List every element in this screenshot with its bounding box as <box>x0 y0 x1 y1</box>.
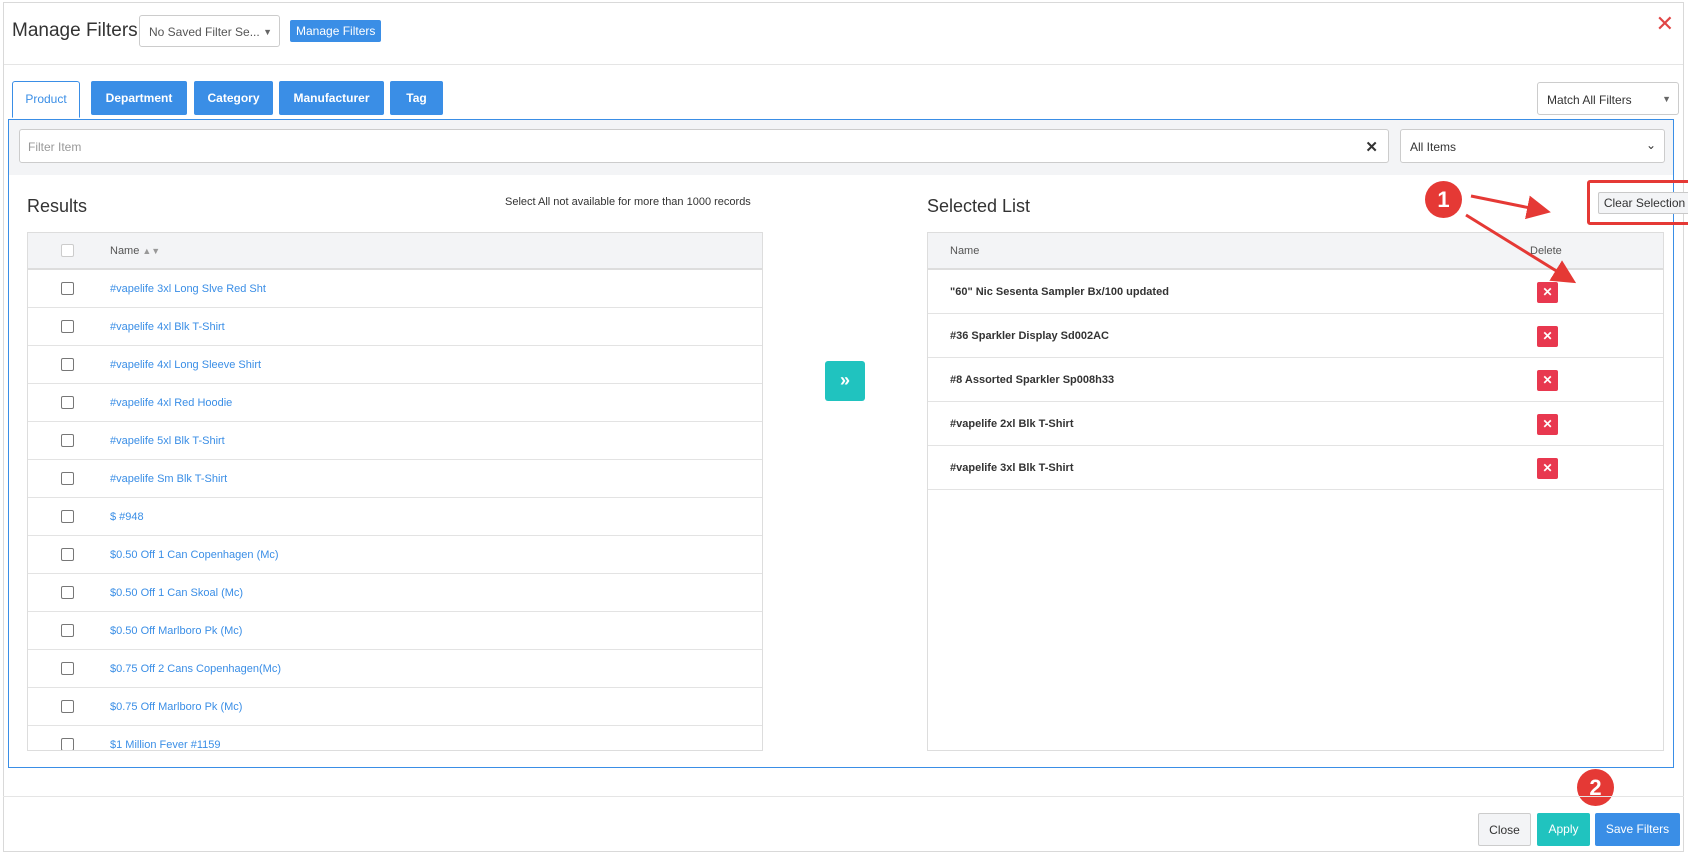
selected-row: #vapelife 3xl Blk T-Shirt ✕ <box>928 446 1663 490</box>
selected-item-name: #vapelife 2xl Blk T-Shirt <box>950 418 1074 430</box>
caret-down-icon: ▼ <box>263 27 272 37</box>
product-link[interactable]: $0.75 Off Marlboro Pk (Mc) <box>110 701 242 713</box>
row-checkbox[interactable] <box>61 320 74 333</box>
row-checkbox[interactable] <box>61 700 74 713</box>
product-link[interactable]: $0.50 Off 1 Can Skoal (Mc) <box>110 587 243 599</box>
row-checkbox[interactable] <box>61 624 74 637</box>
product-link[interactable]: #vapelife 4xl Long Sleeve Shirt <box>110 359 261 371</box>
product-link[interactable]: $0.50 Off Marlboro Pk (Mc) <box>110 625 242 637</box>
selected-rows: "60" Nic Sesenta Sampler Bx/100 updated ✕… <box>928 270 1663 490</box>
match-filters-value: Match All Filters <box>1547 93 1632 107</box>
selected-row: #8 Assorted Sparkler Sp008h33 ✕ <box>928 358 1663 402</box>
chevron-down-icon: ⌄ <box>1645 138 1656 152</box>
save-filters-button[interactable]: Save Filters <box>1595 813 1680 846</box>
selected-list-title: Selected List <box>927 196 1031 216</box>
delete-icon[interactable]: ✕ <box>1537 282 1558 303</box>
footer-divider <box>3 796 1684 797</box>
saved-filter-select[interactable]: No Saved Filter Se... ▼ <box>139 15 280 47</box>
selected-item-name: "60" Nic Sesenta Sampler Bx/100 updated <box>950 286 1169 298</box>
selected-item-name: #36 Sparkler Display Sd002AC <box>950 330 1109 342</box>
table-row: #vapelife 3xl Long Slve Red Sht <box>28 270 762 308</box>
name-column-header[interactable]: Name ▲▼ <box>110 245 160 257</box>
match-filters-select[interactable]: Match All Filters ▼ <box>1537 82 1679 115</box>
tab-product[interactable]: Product <box>12 81 80 118</box>
table-row: $1 Million Fever #1159 <box>28 726 762 750</box>
table-row: #vapelife 4xl Red Hoodie <box>28 384 762 422</box>
table-row: $0.50 Off Marlboro Pk (Mc) <box>28 612 762 650</box>
table-row: #vapelife 4xl Long Sleeve Shirt <box>28 346 762 384</box>
row-checkbox[interactable] <box>61 586 74 599</box>
selected-item-name: #8 Assorted Sparkler Sp008h33 <box>950 374 1115 386</box>
name-column-label: Name <box>110 245 140 257</box>
row-checkbox[interactable] <box>61 282 74 295</box>
filter-item-placeholder: Filter Item <box>28 140 82 154</box>
filter-item-input[interactable]: Filter Item ✕ <box>19 129 1389 163</box>
selected-row: "60" Nic Sesenta Sampler Bx/100 updated ✕ <box>928 270 1663 314</box>
tab-manufacturer[interactable]: Manufacturer <box>279 81 384 115</box>
row-checkbox[interactable] <box>61 548 74 561</box>
product-link[interactable]: #vapelife 4xl Blk T-Shirt <box>110 321 225 333</box>
saved-filter-value: No Saved Filter Se... <box>149 25 260 39</box>
product-link[interactable]: $ #948 <box>110 511 144 523</box>
table-row: $0.75 Off 2 Cans Copenhagen(Mc) <box>28 650 762 688</box>
selected-table: Name Delete "60" Nic Sesenta Sampler Bx/… <box>927 232 1664 751</box>
delete-column-header: Delete <box>1530 245 1562 257</box>
table-row: $ #948 <box>28 498 762 536</box>
results-table-header: Name ▲▼ <box>28 233 762 270</box>
delete-icon[interactable]: ✕ <box>1537 326 1558 347</box>
callout-badge-1: 1 <box>1425 181 1462 218</box>
table-row: #vapelife Sm Blk T-Shirt <box>28 460 762 498</box>
move-to-selected-button[interactable]: » <box>825 361 865 401</box>
product-link[interactable]: #vapelife 4xl Red Hoodie <box>110 397 232 409</box>
selected-item-name: #vapelife 3xl Blk T-Shirt <box>950 462 1074 474</box>
product-link[interactable]: #vapelife Sm Blk T-Shirt <box>110 473 227 485</box>
manage-filters-button[interactable]: Manage Filters <box>290 20 382 42</box>
selected-row: #vapelife 2xl Blk T-Shirt ✕ <box>928 402 1663 446</box>
row-checkbox[interactable] <box>61 738 74 750</box>
row-checkbox[interactable] <box>61 396 74 409</box>
results-rows: #vapelife 3xl Long Slve Red Sht #vapelife… <box>28 270 762 750</box>
row-checkbox[interactable] <box>61 510 74 523</box>
select-all-note: Select All not available for more than 1… <box>505 196 751 208</box>
product-link[interactable]: #vapelife 3xl Long Slve Red Sht <box>110 283 266 295</box>
delete-icon[interactable]: ✕ <box>1537 414 1558 435</box>
table-row: $0.50 Off 1 Can Copenhagen (Mc) <box>28 536 762 574</box>
items-scope-select[interactable]: All Items ⌄ <box>1400 129 1665 163</box>
product-link[interactable]: $1 Million Fever #1159 <box>110 739 220 750</box>
results-table: Name ▲▼ #vapelife 3xl Long Slve Red Sht #v… <box>27 232 763 751</box>
row-checkbox[interactable] <box>61 358 74 371</box>
selected-name-header: Name <box>950 245 980 257</box>
close-icon[interactable]: ✕ <box>1656 13 1674 35</box>
table-row: #vapelife 5xl Blk T-Shirt <box>28 422 762 460</box>
filter-bar: Filter Item ✕ All Items ⌄ <box>9 120 1673 175</box>
table-row: $0.50 Off 1 Can Skoal (Mc) <box>28 574 762 612</box>
delete-icon[interactable]: ✕ <box>1537 370 1558 391</box>
modal-title: Manage Filters <box>12 20 138 41</box>
product-link[interactable]: $0.50 Off 1 Can Copenhagen (Mc) <box>110 549 279 561</box>
sort-icon: ▲▼ <box>142 246 161 256</box>
apply-button[interactable]: Apply <box>1537 813 1590 846</box>
items-scope-value: All Items <box>1410 140 1457 154</box>
select-all-checkbox[interactable] <box>61 244 74 257</box>
selected-row: #36 Sparkler Display Sd002AC ✕ <box>928 314 1663 358</box>
row-checkbox[interactable] <box>61 662 74 675</box>
results-title: Results <box>27 196 88 216</box>
product-link[interactable]: #vapelife 5xl Blk T-Shirt <box>110 435 225 447</box>
row-checkbox[interactable] <box>61 472 74 485</box>
caret-down-icon: ▼ <box>1662 94 1671 104</box>
selected-table-header: Name Delete <box>928 233 1663 270</box>
modal-header: Manage Filters No Saved Filter Se... ▼ M… <box>4 3 1683 65</box>
clear-filter-icon[interactable]: ✕ <box>1365 138 1378 156</box>
product-link[interactable]: $0.75 Off 2 Cans Copenhagen(Mc) <box>110 663 281 675</box>
delete-icon[interactable]: ✕ <box>1537 458 1558 479</box>
tab-tag[interactable]: Tag <box>390 81 443 115</box>
table-row: $0.75 Off Marlboro Pk (Mc) <box>28 688 762 726</box>
tab-category[interactable]: Category <box>194 81 273 115</box>
clear-selection-highlight <box>1587 180 1688 225</box>
row-checkbox[interactable] <box>61 434 74 447</box>
tab-department[interactable]: Department <box>91 81 187 115</box>
close-button[interactable]: Close <box>1478 813 1531 846</box>
table-row: #vapelife 4xl Blk T-Shirt <box>28 308 762 346</box>
callout-badge-2: 2 <box>1577 769 1614 806</box>
